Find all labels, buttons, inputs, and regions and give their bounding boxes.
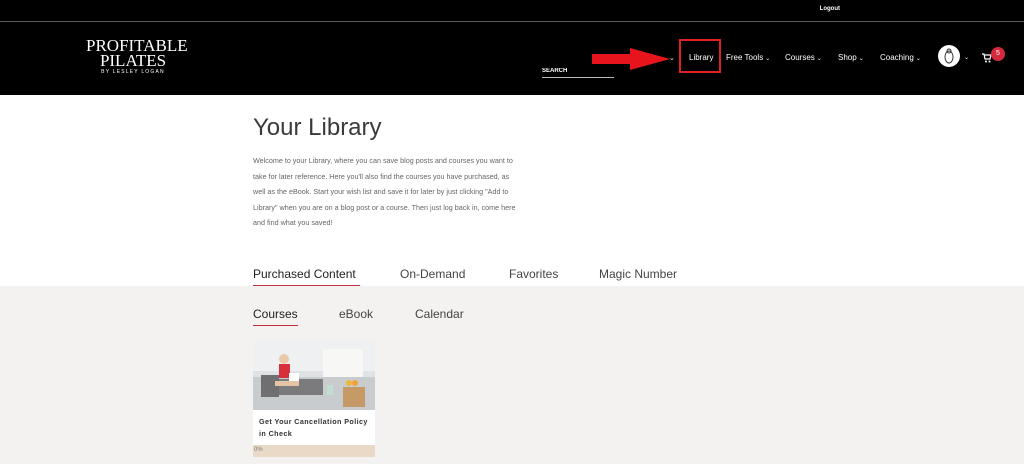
course-thumbnail bbox=[253, 341, 375, 410]
subtab-active-underline bbox=[253, 325, 298, 326]
nav-courses[interactable]: Courses ⌄ bbox=[785, 53, 822, 62]
subtab-ebook[interactable]: eBook bbox=[339, 307, 373, 321]
library-tabs: Purchased Content On-Demand Favorites Ma… bbox=[0, 262, 1024, 286]
nav-shop-label: Shop bbox=[838, 53, 857, 62]
avatar-figure bbox=[944, 48, 954, 64]
page-intro: Welcome to your Library, where you can s… bbox=[253, 156, 516, 227]
tab-on-demand[interactable]: On-Demand bbox=[400, 267, 465, 281]
library-highlight-box bbox=[679, 39, 721, 73]
chevron-down-icon: ⌄ bbox=[669, 55, 675, 62]
nav-shop[interactable]: Shop ⌄ bbox=[838, 53, 864, 62]
avatar-icon[interactable] bbox=[938, 45, 960, 67]
logo-line2: PILATES bbox=[99, 51, 167, 70]
tab-favorites[interactable]: Favorites bbox=[509, 267, 558, 281]
chevron-down-icon: ⌄ bbox=[816, 56, 822, 62]
tab-magic-number[interactable]: Magic Number bbox=[599, 267, 677, 281]
cart-count-badge: 5 bbox=[991, 47, 1005, 61]
page-title: Your Library bbox=[253, 114, 382, 141]
course-card[interactable]: Get Your Cancellation Policy in Check 0% bbox=[253, 341, 375, 457]
content-panel: Courses eBook Calendar bbox=[0, 286, 1024, 464]
logo[interactable]: PROFITABLE PILATES BY LESLEY LOGAN bbox=[86, 37, 188, 75]
top-bar: Logout bbox=[0, 0, 1024, 22]
chevron-down-icon: ⌄ bbox=[915, 56, 921, 62]
nav-coaching-label: Coaching bbox=[880, 53, 914, 62]
chevron-down-icon: ⌄ bbox=[858, 56, 864, 62]
tab-purchased-content[interactable]: Purchased Content bbox=[253, 267, 356, 281]
chevron-down-icon: ⌄ bbox=[765, 56, 771, 62]
nav-free-tools-label: Free Tools bbox=[726, 53, 764, 62]
subtab-calendar[interactable]: Calendar bbox=[415, 307, 464, 321]
arrow-right-icon bbox=[592, 48, 670, 70]
course-thumbnail-image bbox=[253, 341, 375, 410]
chevron-down-icon[interactable]: ⌄ bbox=[964, 54, 969, 61]
nav-free-tools[interactable]: Free Tools ⌄ bbox=[726, 53, 770, 62]
nav-courses-label: Courses bbox=[785, 53, 815, 62]
course-progress-label: 0% bbox=[254, 447, 263, 453]
course-progress-bar: 0% bbox=[253, 445, 375, 457]
course-card-title: Get Your Cancellation Policy in Check bbox=[259, 417, 368, 438]
logout-link[interactable]: Logout bbox=[820, 6, 840, 12]
nav-coaching[interactable]: Coaching ⌄ bbox=[880, 53, 921, 62]
subtab-courses[interactable]: Courses bbox=[253, 307, 298, 321]
site-header: PROFITABLE PILATES BY LESLEY LOGAN ⌄ Lib… bbox=[0, 22, 1024, 95]
